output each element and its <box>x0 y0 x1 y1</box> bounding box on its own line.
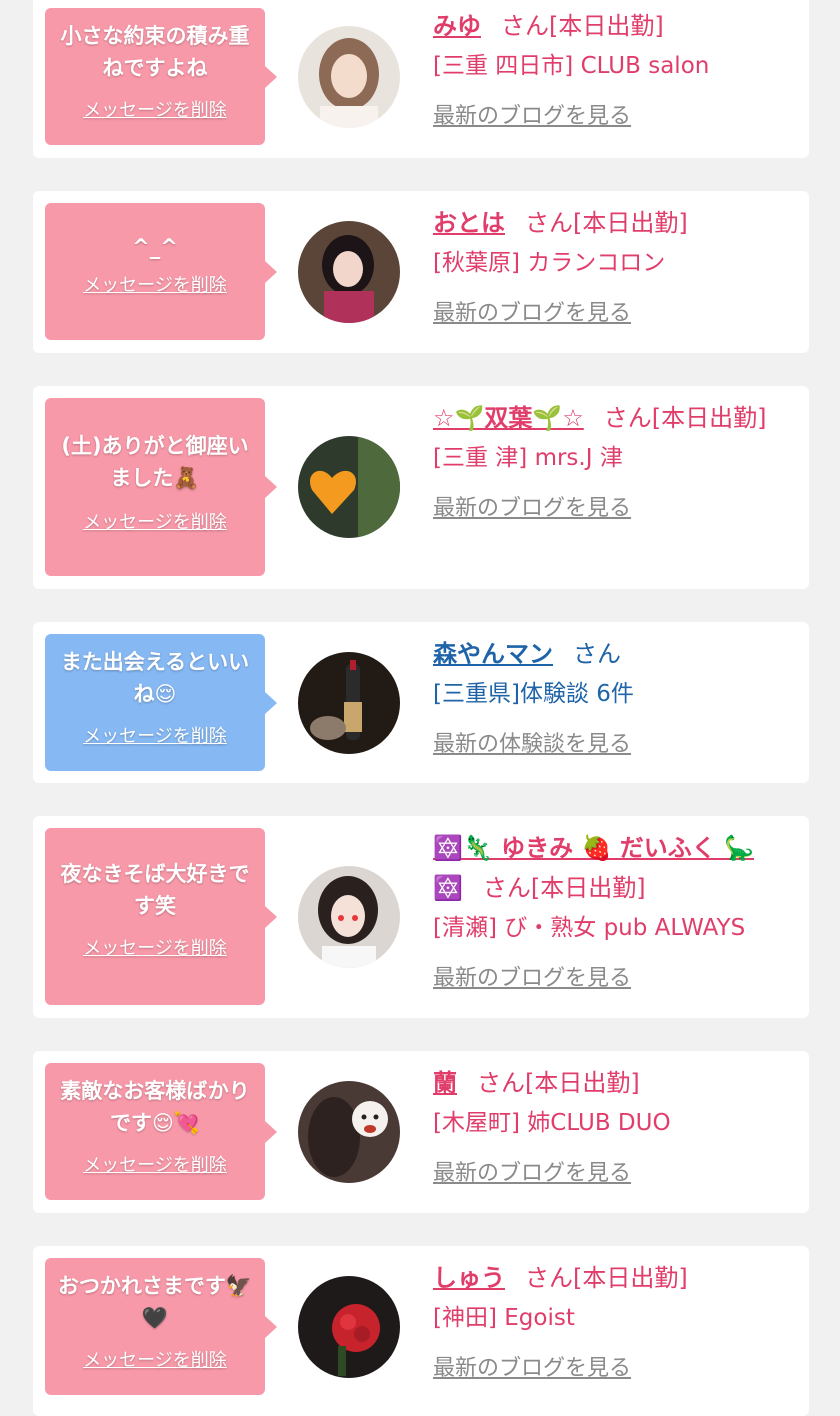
delete-message-link[interactable]: メッセージを削除 <box>83 934 227 960</box>
latest-blog-link[interactable]: 最新のブログを見る <box>433 964 631 994</box>
delete-message-link[interactable]: メッセージを削除 <box>83 271 227 297</box>
name-suffix: さん[本日出勤] <box>603 404 767 432</box>
avatar[interactable] <box>298 221 400 323</box>
message-card: 小さな約束の積み重ねですよね メッセージを削除 みゆ さん[本日出勤] [三重 四… <box>33 0 809 158</box>
girl-name-link[interactable]: みゆ <box>433 12 481 40</box>
girl-name-link[interactable]: しゅう <box>433 1264 505 1292</box>
profile-info: 蘭さん[本日出勤] [木屋町] 姉CLUB DUO 最新のブログを見る <box>433 1063 793 1189</box>
latest-review-link[interactable]: 最新の体験談を見る <box>433 730 631 760</box>
avatar[interactable] <box>298 652 400 754</box>
message-bubble: 夜なきそば大好きです笑 メッセージを削除 <box>45 828 277 1005</box>
latest-blog-link[interactable]: 最新のブログを見る <box>433 299 631 329</box>
avatar[interactable] <box>298 1276 400 1378</box>
girl-name-link[interactable]: ☆🌱双葉🌱☆ <box>433 404 584 432</box>
message-card: また出会えるといいね😌 メッセージを削除 森やんマン さん [三重県]体験談 6件… <box>33 622 809 783</box>
delete-message-link[interactable]: メッセージを削除 <box>83 1151 227 1177</box>
message-card: 素敵なお客様ばかりです😌💘 メッセージを削除 蘭さん[本日出勤] [木屋町] 姉… <box>33 1051 809 1213</box>
profile-info: しゅう さん[本日出勤] [神田] Egoist 最新のブログを見る <box>433 1258 793 1384</box>
delete-message-link[interactable]: メッセージを削除 <box>83 722 227 748</box>
name-suffix: さん <box>573 640 621 668</box>
message-bubble: また出会えるといいね😌 メッセージを削除 <box>45 634 277 771</box>
profile-info: みゆ さん[本日出勤] [三重 四日市] CLUB salon 最新のブログを見る <box>433 6 793 132</box>
shop-info: [三重 津] mrs.J 津 <box>433 445 623 471</box>
message-card: おつかれさまです🦅🖤 メッセージを削除 しゅう さん[本日出勤] [神田] Ego… <box>33 1246 809 1416</box>
shop-info: [木屋町] 姉CLUB DUO <box>433 1110 671 1136</box>
message-bubble: ^_^ メッセージを削除 <box>45 203 277 340</box>
latest-blog-link[interactable]: 最新のブログを見る <box>433 1159 631 1189</box>
latest-blog-link[interactable]: 最新のブログを見る <box>433 1354 631 1384</box>
message-bubble: (土)ありがと御座いました🧸 メッセージを削除 <box>45 398 277 576</box>
avatar[interactable] <box>298 866 400 968</box>
avatar[interactable] <box>298 436 400 538</box>
message-card: (土)ありがと御座いました🧸 メッセージを削除 ☆🌱双葉🌱☆ さん[本日出勤] [… <box>33 386 809 589</box>
girl-name-link[interactable]: おとは <box>433 209 505 237</box>
avatar[interactable] <box>298 1081 400 1183</box>
latest-blog-link[interactable]: 最新のブログを見る <box>433 102 631 132</box>
profile-info: ☆🌱双葉🌱☆ さん[本日出勤] [三重 津] mrs.J 津 最新のブログを見る <box>433 398 793 524</box>
shop-info: [神田] Egoist <box>433 1305 575 1331</box>
message-text: また出会えるといいね😌 <box>60 650 250 706</box>
message-card: 夜なきそば大好きです笑 メッセージを削除 🔯🦎 ゆきみ 🍓 だいふく 🦕 🔯 さん… <box>33 816 809 1018</box>
name-suffix: さん[本日出勤] <box>525 209 688 237</box>
delete-message-link[interactable]: メッセージを削除 <box>83 96 227 122</box>
message-text: 素敵なお客様ばかりです😌💘 <box>60 1079 250 1135</box>
name-suffix: さん[本日出勤] <box>501 12 664 40</box>
shop-info: [清瀬] び・熟女 pub ALWAYS <box>433 915 746 941</box>
name-suffix: さん[本日出勤] <box>525 1264 688 1292</box>
latest-blog-link[interactable]: 最新のブログを見る <box>433 494 631 524</box>
profile-info: 🔯🦎 ゆきみ 🍓 だいふく 🦕 🔯 さん[本日出勤] [清瀬] び・熟女 pub … <box>433 828 793 994</box>
message-text: おつかれさまです🦅🖤 <box>57 1274 253 1330</box>
name-suffix: さん[本日出勤] <box>482 874 646 902</box>
girl-name-link[interactable]: 🔯🦎 ゆきみ 🍓 だいふく 🦕 <box>433 834 754 862</box>
review-info: [三重県]体験談 6件 <box>433 681 634 707</box>
message-text: (土)ありがと御座いました🧸 <box>61 434 249 490</box>
girl-name-link[interactable]: 蘭 <box>433 1069 457 1097</box>
delete-message-link[interactable]: メッセージを削除 <box>83 508 227 534</box>
message-bubble: 小さな約束の積み重ねですよね メッセージを削除 <box>45 8 277 145</box>
name-tail-emoji: 🔯 <box>433 874 463 902</box>
message-bubble: おつかれさまです🦅🖤 メッセージを削除 <box>45 1258 277 1395</box>
message-text: ^_^ <box>132 235 178 259</box>
profile-info: 森やんマン さん [三重県]体験談 6件 最新の体験談を見る <box>433 634 793 760</box>
message-text: 夜なきそば大好きです笑 <box>60 862 250 918</box>
name-suffix: さん[本日出勤] <box>477 1069 640 1097</box>
message-bubble: 素敵なお客様ばかりです😌💘 メッセージを削除 <box>45 1063 277 1200</box>
delete-message-link[interactable]: メッセージを削除 <box>83 1346 227 1372</box>
message-text: 小さな約束の積み重ねですよね <box>60 24 250 80</box>
avatar[interactable] <box>298 26 400 128</box>
shop-info: [三重 四日市] CLUB salon <box>433 53 710 79</box>
user-name-link[interactable]: 森やんマン <box>433 640 553 668</box>
profile-info: おとは さん[本日出勤] [秋葉原] カランコロン 最新のブログを見る <box>433 203 793 329</box>
message-card: ^_^ メッセージを削除 おとは さん[本日出勤] [秋葉原] カランコロン 最新… <box>33 191 809 353</box>
shop-info: [秋葉原] カランコロン <box>433 250 666 276</box>
